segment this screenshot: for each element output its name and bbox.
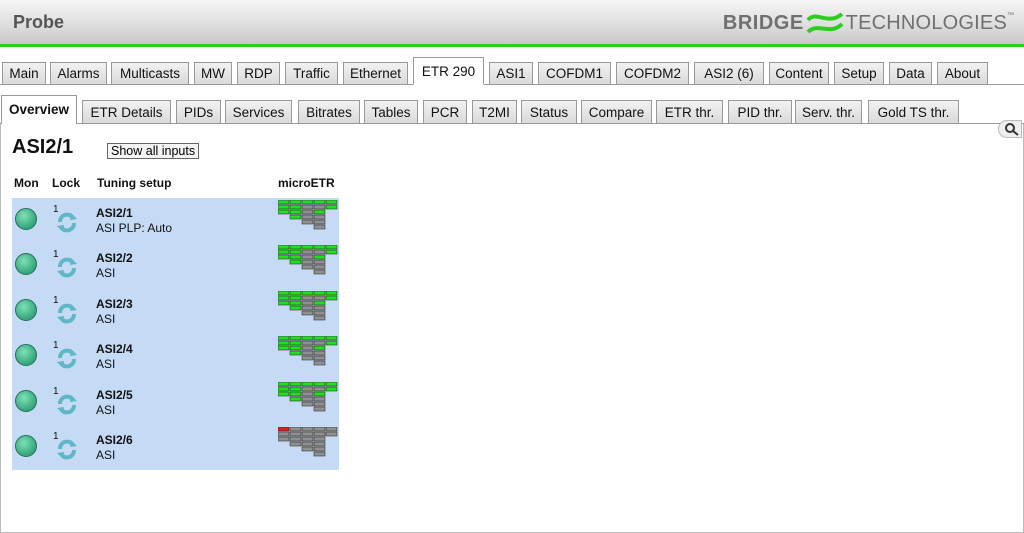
subtab-serv-thr[interactable]: Serv. thr. — [795, 100, 862, 124]
monitor-status-led-icon[interactable] — [15, 298, 37, 321]
tab-cofdm2[interactable]: COFDM2 — [616, 62, 689, 85]
tab-rdp[interactable]: RDP — [237, 62, 280, 85]
tab-multicasts[interactable]: Multicasts — [111, 62, 189, 85]
monitor-status-led-icon[interactable] — [15, 435, 37, 457]
tab-alarms[interactable]: Alarms — [50, 62, 107, 85]
table-row[interactable]: 1 ASI2/3 ASI — [12, 289, 339, 334]
table-row[interactable]: 1 ASI2/2 ASI — [12, 243, 339, 288]
page-title: ASI2/1 — [12, 136, 74, 158]
microetr-grid[interactable] — [277, 426, 340, 470]
tab-mw[interactable]: MW — [194, 62, 232, 85]
column-header-microetr: microETR — [278, 176, 335, 190]
table-row[interactable]: 1 ASI2/5 ASI — [12, 380, 339, 425]
table-row[interactable]: 1 ASI2/6 ASI — [12, 425, 339, 470]
app-title: Probe — [13, 12, 65, 32]
tab-about[interactable]: About — [937, 62, 988, 85]
subtab-pcr[interactable]: PCR — [423, 100, 467, 124]
table-row[interactable]: 1 ASI2/1 ASI PLP: Auto — [12, 198, 339, 243]
input-table: 1 ASI2/1 ASI PLP: Auto 1 ASI2/2 ASI 1 ASI2/3 ASI… — [12, 198, 339, 470]
tab-ethernet[interactable]: Ethernet — [343, 62, 408, 85]
subtab-t2mi[interactable]: T2MI — [472, 100, 517, 124]
subtab-services[interactable]: Services — [225, 100, 292, 124]
microetr-grid[interactable] — [277, 290, 340, 334]
table-row[interactable]: 1 ASI2/4 ASI — [12, 334, 339, 379]
logo-swoosh-icon — [806, 12, 844, 34]
subtab-tables[interactable]: Tables — [364, 100, 418, 124]
microetr-grid[interactable] — [277, 381, 340, 425]
input-name[interactable]: ASI2/6 — [96, 433, 133, 447]
subtab-compare[interactable]: Compare — [581, 100, 652, 124]
lock-refresh-icon — [57, 212, 77, 233]
input-name[interactable]: ASI2/3 — [96, 297, 133, 311]
tab-etr-290[interactable]: ETR 290 — [413, 57, 484, 85]
monitor-status-led-icon[interactable] — [15, 389, 37, 412]
input-name[interactable]: ASI2/2 — [96, 251, 133, 265]
input-description: ASI — [96, 266, 116, 281]
lock-refresh-icon — [57, 439, 77, 460]
lock-refresh-icon — [57, 348, 77, 369]
company-logo: BRIDGE TECHNOLOGIES ™ — [723, 6, 1014, 40]
input-description: ASI — [96, 311, 116, 326]
subtab-etr-details[interactable]: ETR Details — [82, 100, 171, 124]
tab-asi1[interactable]: ASI1 — [489, 62, 533, 85]
subtab-pids[interactable]: PIDs — [176, 100, 221, 124]
show-all-inputs-button[interactable]: Show all inputs — [107, 143, 200, 159]
subtab-status[interactable]: Status — [521, 100, 577, 124]
sub-tab-bar: Overview ETR Details PIDs Services Bitrates T… — [0, 94, 1024, 124]
app-header: Probe BRIDGE TECHNOLOGIES ™ — [0, 0, 1024, 47]
lock-refresh-icon — [57, 258, 77, 278]
column-header-lock: Lock — [52, 176, 81, 190]
tab-cofdm1[interactable]: COFDM1 — [538, 62, 611, 85]
tab-main[interactable]: Main — [2, 62, 46, 85]
tab-traffic[interactable]: Traffic — [285, 62, 338, 85]
column-header-tuning: Tuning setup — [97, 176, 172, 190]
lock-refresh-icon — [57, 303, 77, 324]
monitor-status-led-icon[interactable] — [15, 208, 37, 230]
subtab-gold-ts-thr[interactable]: Gold TS thr. — [868, 100, 959, 124]
tab-data[interactable]: Data — [889, 62, 932, 85]
tab-content[interactable]: Content — [769, 62, 829, 85]
main-tab-bar: Main Alarms Multicasts MW RDP Traffic Ethernet… — [0, 57, 1024, 85]
microetr-grid[interactable] — [277, 199, 340, 243]
logo-trademark: ™ — [1007, 12, 1014, 19]
subtab-etr-thr[interactable]: ETR thr. — [656, 100, 723, 124]
input-name[interactable]: ASI2/4 — [96, 342, 133, 356]
search-icon[interactable] — [998, 120, 1022, 138]
input-name[interactable]: ASI2/1 — [96, 206, 133, 220]
monitor-status-led-icon[interactable] — [15, 253, 37, 276]
tab-setup[interactable]: Setup — [834, 62, 884, 85]
input-name[interactable]: ASI2/5 — [96, 388, 133, 402]
tab-asi2-6[interactable]: ASI2 (6) — [694, 62, 764, 85]
subtab-bitrates[interactable]: Bitrates — [298, 100, 360, 124]
subtab-overview[interactable]: Overview — [1, 95, 77, 124]
input-description: ASI — [96, 357, 116, 372]
microetr-grid[interactable] — [277, 335, 340, 379]
column-header-mon: Mon — [14, 176, 39, 190]
monitor-status-led-icon[interactable] — [15, 344, 37, 367]
subtab-pid-thr[interactable]: PID thr. — [728, 100, 792, 124]
logo-text-bridge: BRIDGE — [722, 11, 804, 34]
input-description: ASI — [96, 448, 116, 462]
input-description: ASI PLP: Auto — [96, 221, 173, 235]
microetr-grid[interactable] — [277, 245, 340, 288]
logo-text-technologies: TECHNOLOGIES — [845, 11, 1007, 34]
input-description: ASI — [96, 402, 116, 417]
lock-refresh-icon — [57, 394, 77, 414]
